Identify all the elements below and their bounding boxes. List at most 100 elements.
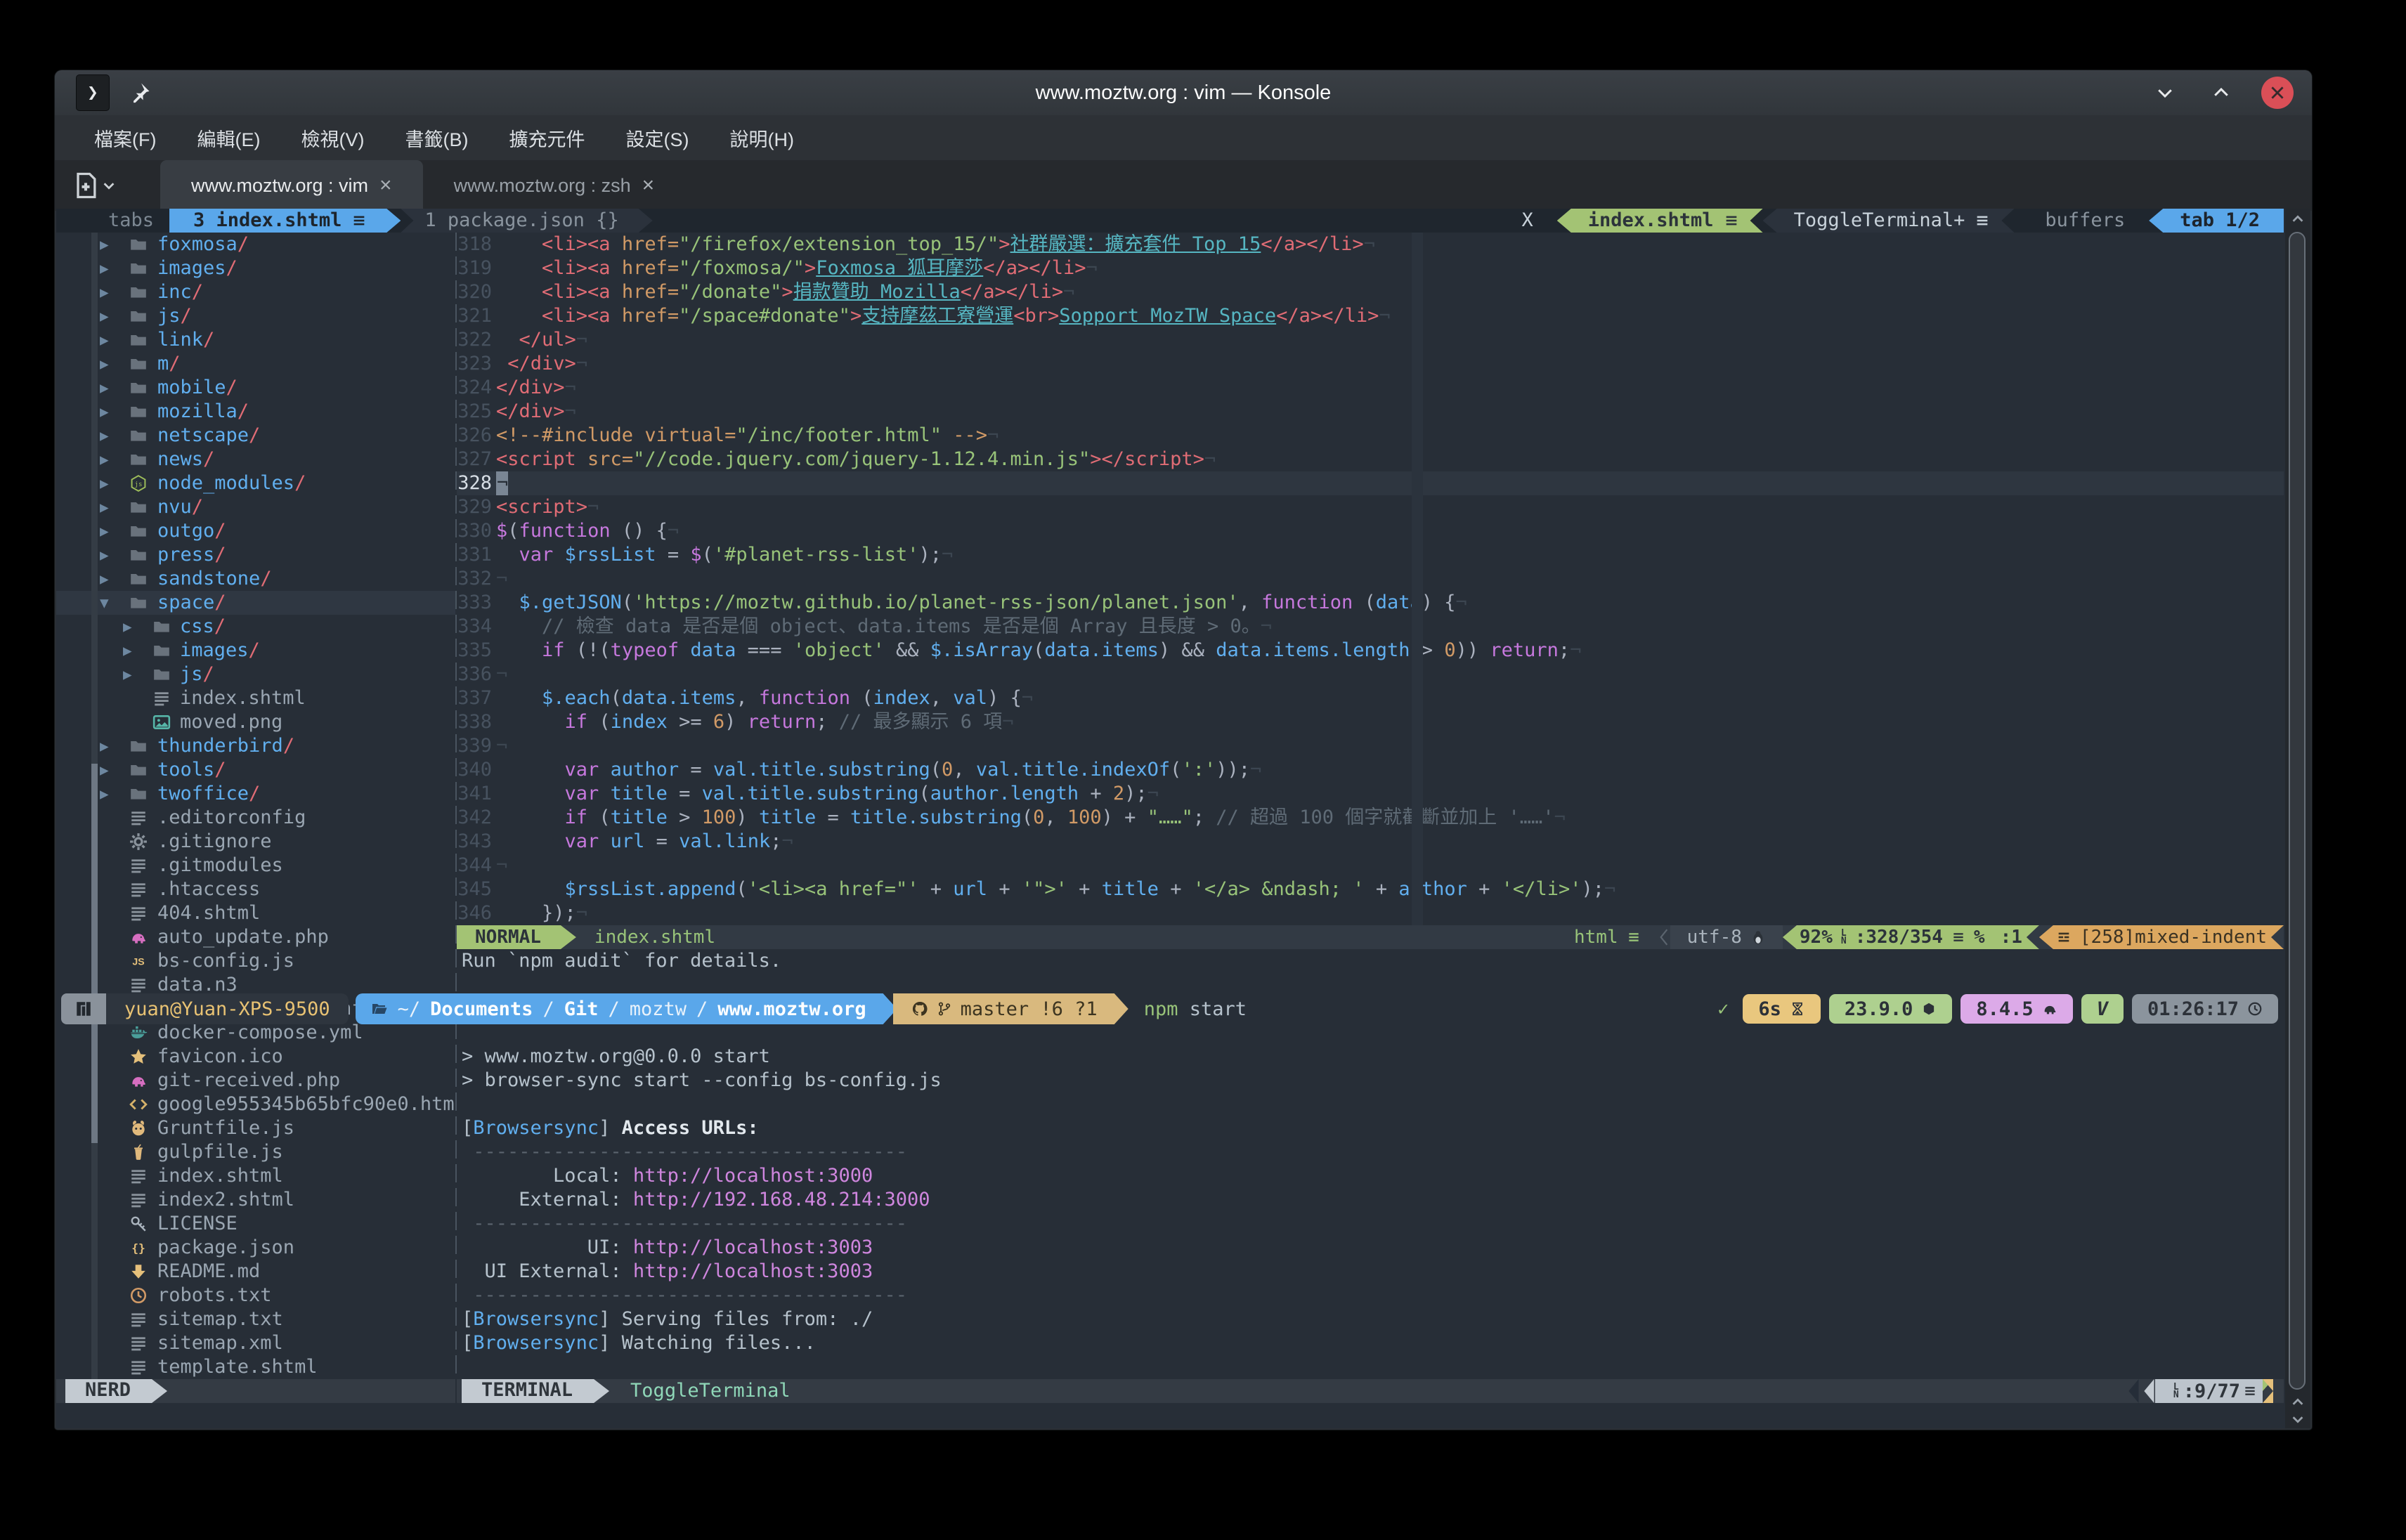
hourglass-icon: [1790, 1001, 1805, 1017]
vim-tab-0[interactable]: 3 index.shtml: [169, 209, 401, 233]
chevron-right-icon[interactable]: ▶: [100, 352, 109, 376]
nerdtree-scrollbar[interactable]: [91, 233, 98, 1379]
tree-item-tools[interactable]: ▶tools/: [56, 758, 455, 782]
folder-icon: [129, 331, 148, 349]
menu-item-2[interactable]: 檢視(V): [301, 124, 364, 152]
folder-icon: [129, 403, 148, 421]
scroll-down-icon[interactable]: [2288, 1411, 2308, 1427]
tree-item-favicon.ico[interactable]: favicon.ico: [56, 1045, 455, 1069]
chevron-right-icon[interactable]: ▶: [100, 448, 109, 471]
tree-item-space[interactable]: ▼space/: [56, 591, 455, 615]
chevron-right-icon[interactable]: ▶: [100, 280, 109, 304]
tree-item-LICENSE[interactable]: LICENSE: [56, 1212, 455, 1236]
tree-item-images[interactable]: ▶images/: [56, 639, 455, 663]
scrollbar[interactable]: [2285, 209, 2310, 1428]
tree-item-sitemap.xml[interactable]: sitemap.xml: [56, 1331, 455, 1355]
konsole-tab-0[interactable]: www.moztw.org : vim×: [160, 160, 423, 211]
tree-item-press[interactable]: ▶press/: [56, 543, 455, 567]
terminal-line: [Browsersync] Serving files from: ./: [462, 1307, 2289, 1331]
tree-item-index.shtml[interactable]: index.shtml: [56, 686, 455, 710]
tree-item-css[interactable]: ▶css/: [56, 615, 455, 639]
tree-item-sitemap.txt[interactable]: sitemap.txt: [56, 1307, 455, 1331]
file-icon: [129, 1167, 148, 1185]
chevron-right-icon[interactable]: ▶: [100, 782, 109, 806]
chevron-right-icon[interactable]: ▶: [100, 233, 109, 256]
tree-item-node_modules[interactable]: ▶jsnode_modules/: [56, 471, 455, 495]
tree-item-mozilla[interactable]: ▶mozilla/: [56, 400, 455, 424]
chevron-right-icon[interactable]: ▶: [123, 663, 132, 686]
tree-item-sandstone[interactable]: ▶sandstone/: [56, 567, 455, 591]
tree-item-README.md[interactable]: README.md: [56, 1260, 455, 1284]
maximize-button[interactable]: [2205, 77, 2237, 109]
folder-icon: [129, 259, 148, 278]
tree-item-Gruntfile.js[interactable]: Gruntfile.js: [56, 1116, 455, 1140]
menu-item-6[interactable]: 說明(H): [729, 124, 793, 152]
chevron-right-icon[interactable]: ▶: [100, 424, 109, 448]
tree-item-package.json[interactable]: {}package.json: [56, 1236, 455, 1260]
tree-item-link[interactable]: ▶link/: [56, 328, 455, 352]
chevron-down-icon[interactable]: ▼: [100, 591, 109, 615]
folder-icon: [129, 546, 148, 564]
tree-item-.gitignore[interactable]: .gitignore: [56, 830, 455, 854]
tree-item-git-received.php[interactable]: git-received.php: [56, 1069, 455, 1092]
tree-item-images[interactable]: ▶images/: [56, 256, 455, 280]
tree-item-index.shtml[interactable]: index.shtml: [56, 1164, 455, 1188]
gulp-icon: [129, 1143, 148, 1161]
tree-item-index2.shtml[interactable]: index2.shtml: [56, 1188, 455, 1212]
chevron-right-icon[interactable]: ▶: [123, 615, 132, 639]
menu-item-0[interactable]: 檔案(F): [94, 124, 156, 152]
scrollbar-thumb[interactable]: [2289, 232, 2306, 1390]
tree-item-google955345b65bfc90e0.htm[interactable]: google955345b65bfc90e0.htm: [56, 1092, 455, 1116]
scroll-up-icon[interactable]: [2288, 211, 2308, 227]
chevron-right-icon[interactable]: ▶: [100, 471, 109, 495]
tree-item-inc[interactable]: ▶inc/: [56, 280, 455, 304]
chevron-right-icon[interactable]: ▶: [100, 543, 109, 567]
chevron-right-icon[interactable]: ▶: [100, 328, 109, 352]
tree-item-.editorconfig[interactable]: .editorconfig: [56, 806, 455, 830]
tree-item-404.shtml[interactable]: 404.shtml: [56, 901, 455, 925]
tree-item-robots.txt[interactable]: robots.txt: [56, 1284, 455, 1307]
tree-item-js[interactable]: ▶js/: [56, 663, 455, 686]
tree-item-m[interactable]: ▶m/: [56, 352, 455, 376]
menu-item-5[interactable]: 設定(S): [625, 124, 689, 152]
menu-item-3[interactable]: 書籤(B): [405, 124, 468, 152]
konsole-tab-1[interactable]: www.moztw.org : zsh×: [423, 160, 686, 211]
tree-item-gulpfile.js[interactable]: gulpfile.js: [56, 1140, 455, 1164]
new-tab-button[interactable]: [70, 167, 141, 204]
tree-item-.htaccess[interactable]: .htaccess: [56, 877, 455, 901]
tree-item-thunderbird[interactable]: ▶thunderbird/: [56, 734, 455, 758]
tree-item-auto_update.php[interactable]: auto_update.php: [56, 925, 455, 949]
chevron-right-icon[interactable]: ▶: [100, 495, 109, 519]
tree-item-template.shtml[interactable]: template.shtml: [56, 1355, 455, 1379]
chevron-right-icon[interactable]: ▶: [100, 256, 109, 280]
pin-icon[interactable]: [128, 81, 152, 105]
chevron-right-icon[interactable]: ▶: [100, 376, 109, 400]
close-button[interactable]: [2261, 77, 2294, 109]
tree-item-bs-config.js[interactable]: JSbs-config.js: [56, 949, 455, 973]
tree-item-js[interactable]: ▶js/: [56, 304, 455, 328]
menu-item-4[interactable]: 擴充元件: [509, 124, 585, 152]
chevron-right-icon[interactable]: ▶: [100, 519, 109, 543]
tab-close-icon[interactable]: ×: [379, 174, 392, 197]
titlebar[interactable]: ❯ www.moztw.org : vim — Konsole: [55, 70, 2312, 115]
chevron-right-icon[interactable]: ▶: [100, 304, 109, 328]
chevron-right-icon[interactable]: ▶: [100, 567, 109, 591]
tree-item-mobile[interactable]: ▶mobile/: [56, 376, 455, 400]
tab-close-icon[interactable]: ×: [642, 174, 655, 197]
tree-item-news[interactable]: ▶news/: [56, 448, 455, 471]
file-icon: [129, 880, 148, 899]
tree-item-moved.png[interactable]: moved.png: [56, 710, 455, 734]
tree-item-netscape[interactable]: ▶netscape/: [56, 424, 455, 448]
scroll-up2-icon[interactable]: [2288, 1395, 2308, 1410]
tree-item-twoffice[interactable]: ▶twoffice/: [56, 782, 455, 806]
tree-item-outgo[interactable]: ▶outgo/: [56, 519, 455, 543]
tree-item-.gitmodules[interactable]: .gitmodules: [56, 854, 455, 877]
chevron-right-icon[interactable]: ▶: [100, 734, 109, 758]
tree-item-foxmosa[interactable]: ▶foxmosa/: [56, 233, 455, 256]
tree-item-nvu[interactable]: ▶nvu/: [56, 495, 455, 519]
menu-item-1[interactable]: 編輯(E): [197, 124, 260, 152]
chevron-right-icon[interactable]: ▶: [123, 639, 132, 663]
chevron-right-icon[interactable]: ▶: [100, 758, 109, 782]
minimize-button[interactable]: [2149, 77, 2181, 109]
chevron-right-icon[interactable]: ▶: [100, 400, 109, 424]
